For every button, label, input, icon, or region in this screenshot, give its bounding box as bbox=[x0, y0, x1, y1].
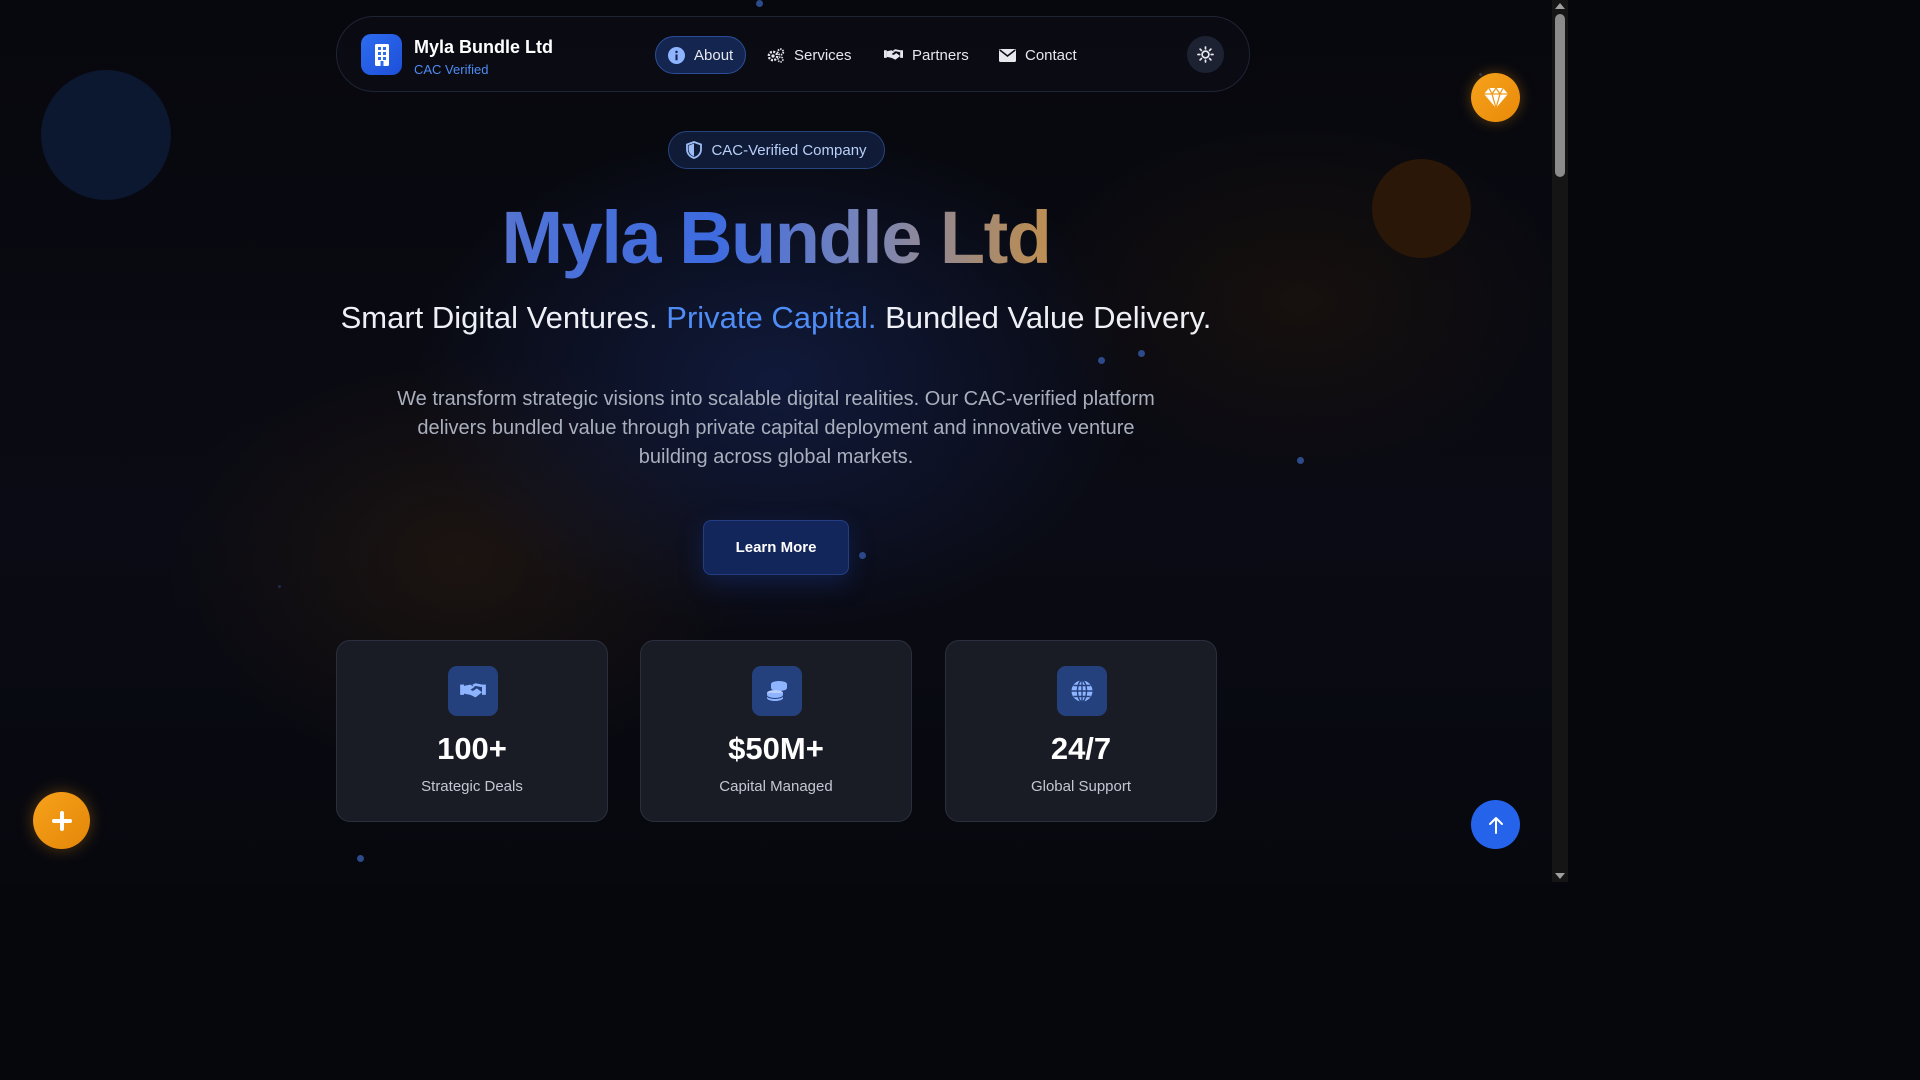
handshake-icon bbox=[884, 49, 903, 60]
scroll-down-arrow-icon[interactable] bbox=[1555, 873, 1565, 879]
arrow-up-icon bbox=[1488, 816, 1503, 834]
envelope-icon bbox=[999, 48, 1016, 62]
tagline-highlight: Private Capital. bbox=[666, 300, 877, 335]
brand-name[interactable]: Myla Bundle Ltd bbox=[414, 37, 553, 58]
gears-icon bbox=[767, 47, 785, 63]
stat-card-capital: $50M+ Capital Managed bbox=[640, 640, 912, 822]
nav-label: About bbox=[694, 46, 734, 64]
quick-add-button[interactable] bbox=[33, 792, 90, 849]
stat-card-support: 24/7 Global Support bbox=[945, 640, 1217, 822]
nav-item-contact[interactable]: Contact bbox=[987, 36, 1089, 74]
info-icon bbox=[668, 46, 685, 64]
nav-item-about[interactable]: About bbox=[655, 36, 747, 74]
premium-gem-button[interactable] bbox=[1471, 73, 1520, 122]
plus-icon bbox=[51, 810, 72, 831]
hero-description: We transform strategic visions into scal… bbox=[397, 388, 1155, 468]
decorative-dot bbox=[1479, 73, 1482, 76]
nav-label: Contact bbox=[1025, 46, 1077, 64]
coins-icon bbox=[752, 666, 802, 716]
stat-label: Capital Managed bbox=[719, 778, 833, 795]
page-scrollbar[interactable] bbox=[1552, 0, 1568, 882]
verified-badge: CAC-Verified Company bbox=[668, 131, 885, 169]
nav-label: Services bbox=[794, 46, 852, 64]
decorative-orb-blue bbox=[41, 70, 171, 200]
decorative-dot bbox=[278, 585, 281, 588]
scrollbar-thumb[interactable] bbox=[1555, 14, 1565, 177]
stat-label: Global Support bbox=[1030, 778, 1132, 795]
top-navbar: Myla Bundle Ltd CAC Verified About Servi… bbox=[336, 16, 1250, 92]
nav-label: Partners bbox=[912, 46, 969, 64]
gem-icon bbox=[1483, 86, 1508, 108]
tagline-start: Smart Digital Ventures. bbox=[340, 300, 658, 335]
learn-more-button[interactable]: Learn More bbox=[703, 520, 849, 575]
tagline-end: Bundled Value Delivery. bbox=[885, 300, 1212, 335]
decorative-dot bbox=[859, 552, 866, 559]
stat-card-deals: 100+ Strategic Deals bbox=[336, 640, 608, 822]
hero-title-text: Myla Bundle Ltd bbox=[501, 196, 1051, 279]
decorative-dot bbox=[1138, 350, 1145, 357]
building-icon[interactable] bbox=[361, 34, 402, 75]
hero-tagline: Smart Digital Ventures. Private Capital.… bbox=[0, 299, 1552, 337]
theme-toggle-button[interactable] bbox=[1187, 36, 1224, 73]
scroll-to-top-button[interactable] bbox=[1471, 800, 1520, 849]
stat-value: 24/7 bbox=[1050, 731, 1112, 766]
decorative-dot bbox=[357, 855, 364, 862]
shield-icon bbox=[686, 141, 703, 159]
brand-subtitle: CAC Verified bbox=[414, 62, 489, 77]
handshake-icon bbox=[448, 666, 498, 716]
globe-icon bbox=[1057, 666, 1107, 716]
nav-item-partners[interactable]: Partners bbox=[872, 36, 981, 74]
decorative-dot bbox=[1098, 357, 1105, 364]
stat-value: 100+ bbox=[437, 731, 507, 766]
nav-item-services[interactable]: Services bbox=[755, 36, 864, 74]
decorative-dot bbox=[756, 0, 763, 7]
sun-icon bbox=[1197, 46, 1214, 63]
stat-value: $50M+ bbox=[728, 731, 824, 766]
stat-label: Strategic Deals bbox=[421, 778, 523, 795]
badge-label: CAC-Verified Company bbox=[711, 141, 867, 159]
decorative-dot bbox=[1297, 457, 1304, 464]
scroll-up-arrow-icon[interactable] bbox=[1555, 3, 1565, 9]
hero-title: Myla Bundle Ltd bbox=[0, 195, 1552, 281]
